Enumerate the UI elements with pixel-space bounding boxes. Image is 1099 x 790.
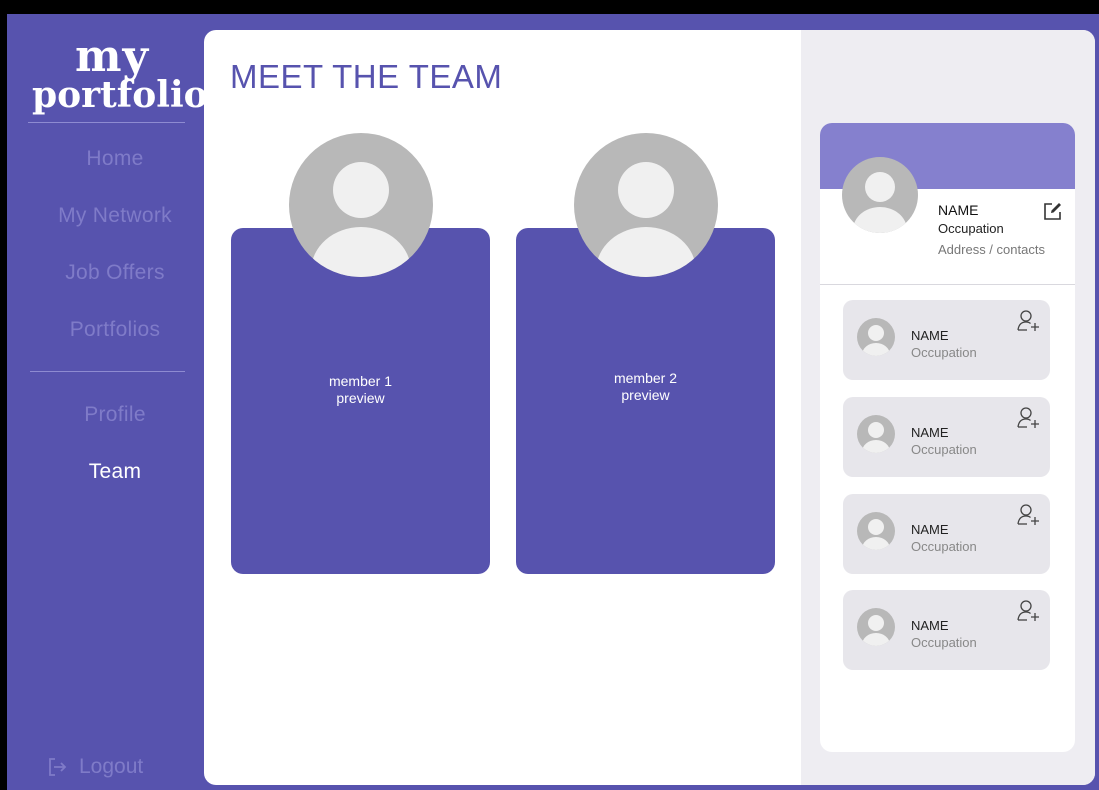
suggestion-occupation: Occupation xyxy=(911,442,977,457)
sidebar-item-portfolios[interactable]: Portfolios xyxy=(32,318,198,342)
suggestion-occupation: Occupation xyxy=(911,539,977,554)
member-card-label-line-1: member 2 xyxy=(613,370,678,386)
suggestion-name: NAME xyxy=(911,425,949,440)
suggestion-card-4[interactable]: NAME Occupation xyxy=(843,590,1050,670)
suggestion-avatar xyxy=(857,415,895,453)
edit-icon[interactable] xyxy=(1042,200,1064,222)
member-card-1[interactable]: member 1 preview xyxy=(231,228,490,574)
suggestion-occupation: Occupation xyxy=(911,635,977,650)
sidebar-item-my-network[interactable]: My Network xyxy=(32,204,198,228)
member-1-avatar xyxy=(289,133,433,277)
suggestion-occupation: Occupation xyxy=(911,345,977,360)
logout-icon xyxy=(49,758,67,776)
profile-occupation: Occupation xyxy=(938,221,1004,236)
sidebar-item-profile[interactable]: Profile xyxy=(32,403,198,427)
suggestion-name: NAME xyxy=(911,618,949,633)
suggestion-card-1[interactable]: NAME Occupation xyxy=(843,300,1050,380)
logout-label: Logout xyxy=(79,755,144,778)
suggestion-avatar xyxy=(857,608,895,646)
logo-line-2: portfolio xyxy=(32,73,208,116)
member-card-label-line-2: preview xyxy=(336,390,385,406)
member-card-2[interactable]: member 2 preview xyxy=(516,228,775,574)
profile-name: NAME xyxy=(938,202,979,218)
member-card-label-line-2: preview xyxy=(621,387,670,403)
suggestion-card-2[interactable]: NAME Occupation xyxy=(843,397,1050,477)
page-title: MEET THE TEAM xyxy=(230,58,503,95)
app-logo[interactable]: my portfolio xyxy=(32,31,208,116)
suggestion-avatar xyxy=(857,318,895,356)
profile-card: NAME Occupation Address / contacts NAME … xyxy=(820,123,1075,752)
profile-avatar xyxy=(842,157,918,233)
logo-line-1: my xyxy=(74,31,150,82)
profile-address: Address / contacts xyxy=(938,242,1045,257)
logout-button[interactable]: Logout xyxy=(47,755,143,779)
sidebar-item-team[interactable]: Team xyxy=(32,460,198,484)
add-user-icon[interactable] xyxy=(1015,598,1041,624)
sidebar-item-job-offers[interactable]: Job Offers xyxy=(32,261,198,285)
suggestion-card-3[interactable]: NAME Occupation xyxy=(843,494,1050,574)
suggestion-name: NAME xyxy=(911,328,949,343)
sidebar-divider-bottom xyxy=(30,371,185,372)
member-card-label-line-1: member 1 xyxy=(328,373,393,389)
profile-divider xyxy=(820,284,1075,285)
sidebar-divider-top xyxy=(28,122,185,123)
suggestion-name: NAME xyxy=(911,522,949,537)
member-2-avatar xyxy=(574,133,718,277)
suggestion-avatar xyxy=(857,512,895,550)
sidebar-item-home[interactable]: Home xyxy=(32,147,198,171)
add-user-icon[interactable] xyxy=(1015,502,1041,528)
add-user-icon[interactable] xyxy=(1015,405,1041,431)
add-user-icon[interactable] xyxy=(1015,308,1041,334)
